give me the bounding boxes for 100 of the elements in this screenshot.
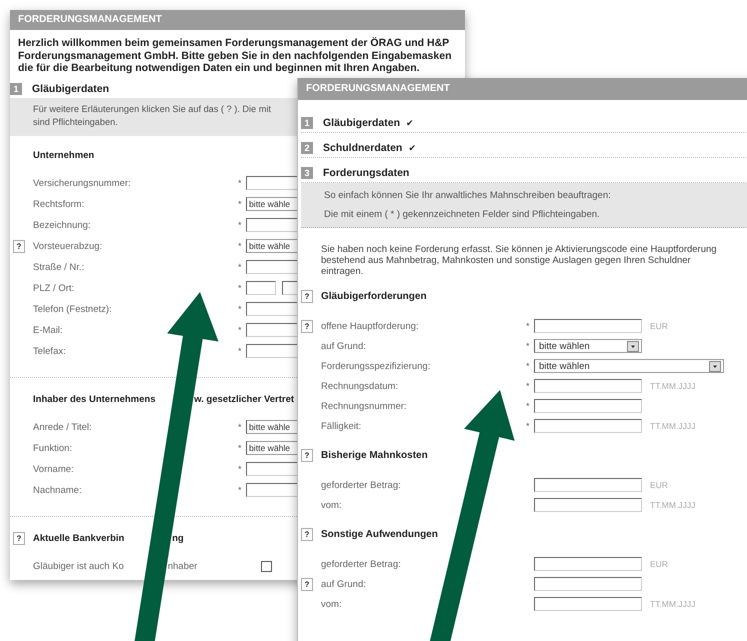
input-field[interactable] [534, 319, 642, 333]
input-field[interactable] [282, 281, 297, 295]
checkbox[interactable] [261, 560, 272, 572]
step-title: Gläubigerdaten [32, 82, 110, 94]
section-title: Sonstige Aufwendungen [321, 528, 438, 540]
step-number: 1 [301, 117, 313, 129]
required-marker: * [238, 262, 243, 272]
form-label: geforderter Betrag: [321, 480, 401, 490]
form-label: auf Grund: [321, 578, 366, 590]
form-label: Bezeichnung: [33, 220, 91, 230]
form-label: PLZ / Ort: [33, 282, 74, 294]
section-title: Unternehmen [33, 150, 94, 161]
input-field[interactable] [534, 557, 642, 571]
caret-icon [709, 360, 721, 372]
info-text: So einfach können Sie Ihr anwaltliches Mahnschreiben beauftragen: [324, 189, 612, 203]
required-marker: * [238, 199, 243, 209]
input-field[interactable] [246, 176, 297, 190]
check-mark: ✔ [406, 118, 414, 128]
step-number: 2 [301, 142, 313, 154]
form-label: offene Hauptforderung: [321, 320, 419, 332]
form-label: Nachname: [33, 484, 82, 496]
unit-label: TT.MM.JJJJ [650, 599, 696, 609]
input-field[interactable] [246, 483, 297, 497]
required-marker: * [238, 485, 243, 495]
info-text: Die mit einem ( * ) gekennzeichneten Felder sind Pflichteingaben. [324, 208, 601, 222]
select-field[interactable]: bitte wähle [246, 197, 297, 211]
input-field[interactable] [246, 323, 297, 337]
required-marker: * [238, 325, 243, 335]
section-title: Gläubigerforderungen [321, 290, 427, 302]
step-number: 3 [301, 167, 313, 179]
required-marker: * [526, 421, 531, 431]
form-label: Rechnungsnummer: [321, 400, 407, 412]
form-label: Vorsteuerabzug: [33, 240, 102, 252]
required-marker: * [238, 464, 243, 474]
required-marker: * [526, 381, 531, 391]
required-marker: * [526, 361, 531, 371]
step-title: Schuldnerdaten [323, 142, 402, 154]
select-field[interactable]: bitte wählen [534, 359, 724, 373]
info-text: sind Pflichteingaben. [33, 116, 119, 128]
help-button[interactable]: ? [301, 290, 313, 302]
select-field[interactable]: bitte wähle [246, 420, 297, 434]
unit-label: EUR [650, 480, 668, 490]
form-label: Straße / Nr.: [33, 262, 84, 272]
required-marker: * [526, 401, 531, 411]
required-marker: * [238, 241, 243, 251]
select-field[interactable]: bitte wähle [246, 441, 297, 455]
required-marker: * [238, 304, 243, 314]
intro-text: Herzlich willkommen beim gemeinsamen Forderungsmanagement der ÖRAG und H&P Forderungsmanagement GmbH. Bitte geben Sie in den nachfolgenden Eingabemasken die für die Bearbeitung notwendigen Daten ein und beginnen mit Ihren Angaben. [17, 36, 452, 76]
help-button[interactable]: ? [13, 532, 25, 545]
unit-label: EUR [650, 559, 668, 569]
section-title: Bisherige Mahnkosten [321, 450, 428, 460]
form-label: Telefon (Festnetz): [33, 304, 112, 314]
required-marker: * [526, 341, 531, 351]
form-label: Fälligkeit: [321, 420, 362, 432]
help-button[interactable]: ? [301, 320, 313, 332]
form-label: Funktion: [33, 442, 72, 454]
section-title: Inhaber des Unternehmens [33, 394, 156, 405]
input-field[interactable] [534, 399, 642, 413]
form-label: Anrede / Titel: [33, 422, 92, 432]
input-field[interactable] [246, 302, 297, 316]
input-field[interactable] [534, 419, 642, 433]
input-field[interactable] [246, 218, 297, 232]
help-button[interactable]: ? [13, 240, 25, 252]
form-label: Rechnungsdatum: [321, 380, 398, 392]
input-field[interactable] [534, 379, 642, 393]
input-field[interactable] [534, 478, 642, 492]
select-field[interactable]: bitte wähle [246, 239, 297, 253]
form-label: Telefax: [33, 346, 66, 356]
form-label: Forderungsspezifizierung: [321, 360, 430, 372]
notice-text: Sie haben noch keine Forderung erfasst. Sie können je Aktivierungscode eine Hauptforderung bestehend aus Mahnbetrag, Mahnkosten und sonstige Auslagen gegen Ihren Schuldner eintragen. [320, 243, 718, 277]
form-label: vom: [321, 598, 342, 610]
help-button[interactable]: ? [301, 578, 313, 590]
help-button[interactable]: ? [301, 528, 313, 540]
unit-label: TT.MM.JJJJ [650, 500, 696, 510]
input-field[interactable] [534, 577, 642, 591]
section-title: ng [172, 533, 184, 544]
help-button[interactable]: ? [301, 448, 313, 462]
check-mark: ✔ [408, 143, 416, 153]
form-label: E-Mail: [33, 324, 63, 336]
form-label: Versicherungsnummer: [33, 178, 131, 188]
required-marker: * [238, 220, 243, 230]
select-field[interactable]: bitte wählen [534, 339, 642, 353]
step-number: 1 [10, 82, 22, 94]
section-title: w. gesetzlicher Vertret [194, 394, 294, 405]
form-label: vom: [321, 500, 342, 510]
caret-icon [627, 340, 639, 352]
input-field[interactable] [246, 260, 297, 274]
window-title: FORDERUNGSMANAGEMENT [298, 78, 747, 100]
required-marker: * [238, 422, 243, 432]
input-field[interactable] [246, 344, 297, 358]
input-field[interactable] [246, 462, 297, 476]
form-label: geforderter Betrag: [321, 558, 401, 570]
required-marker: * [526, 321, 531, 331]
input-field[interactable] [534, 498, 642, 512]
form-label: Rechtsform: [33, 198, 84, 210]
input-field[interactable] [246, 281, 276, 295]
step-title: Gläubigerdaten [323, 117, 400, 129]
input-field[interactable] [534, 597, 642, 611]
info-text: Für weitere Erläuterungen klicken Sie auf das ( ? ). Die mit [33, 102, 272, 116]
form-label: Gläubiger ist auch Ko [33, 560, 124, 572]
